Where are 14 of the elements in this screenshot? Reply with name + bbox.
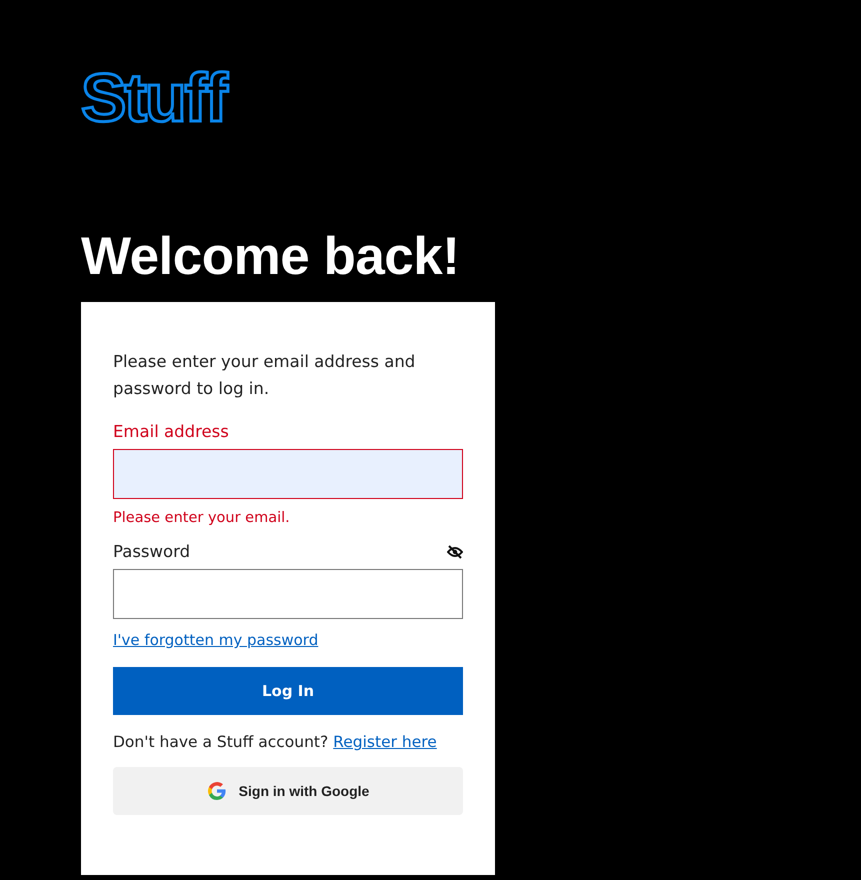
error-message: Please enter your email. [113, 510, 291, 526]
forgot-password-link[interactable]: I've forgotten my password [113, 631, 318, 649]
page-heading: Welcome back! [81, 226, 460, 288]
google-icon [206, 781, 227, 801]
email-field[interactable] [113, 449, 463, 499]
field-label: Password [113, 542, 190, 561]
register-text: Don't have a Stuff account? Register here [113, 733, 438, 751]
field-label: Email address [113, 422, 229, 441]
hidden-eye-icon[interactable] [447, 544, 463, 558]
intro-text: Please enter your email address and password to log in. [113, 351, 416, 400]
register-link[interactable]: Register here [333, 733, 437, 751]
login-button[interactable]: Log In [113, 667, 463, 715]
google-sign-in-button[interactable]: Sign in with Google [113, 767, 463, 815]
password-field[interactable] [113, 569, 463, 619]
